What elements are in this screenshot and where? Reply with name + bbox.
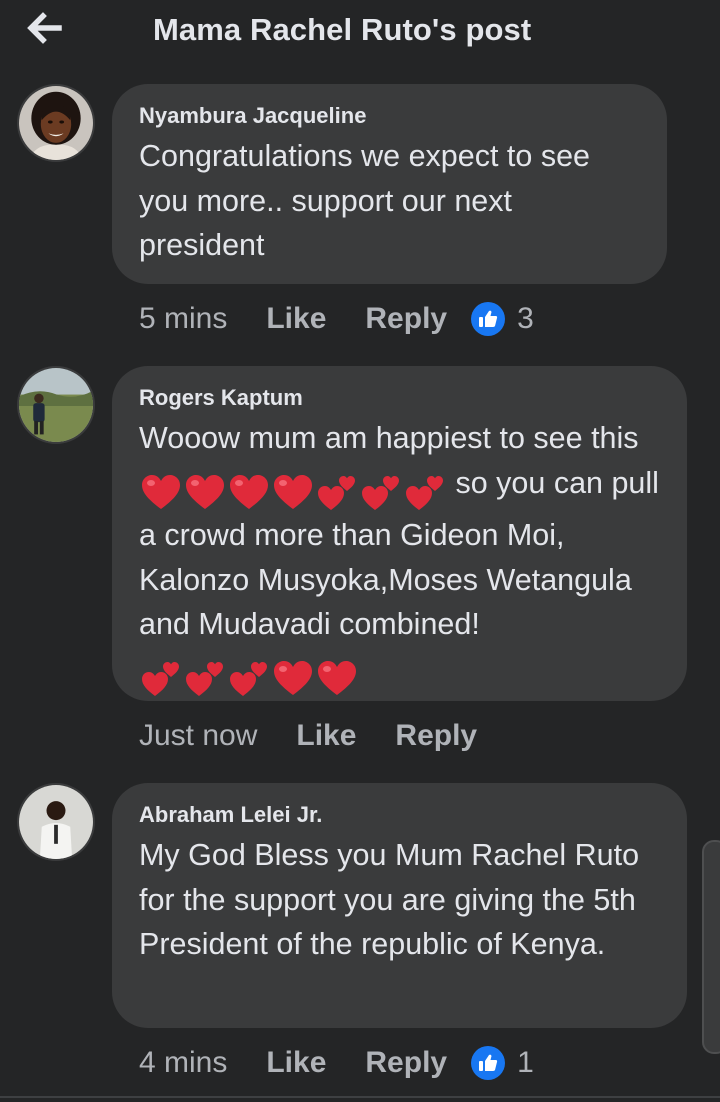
top-bar: Mama Rachel Ruto's post bbox=[0, 0, 720, 70]
reply-button[interactable]: Reply bbox=[395, 719, 477, 753]
two-hearts-icon bbox=[139, 658, 183, 698]
avatar[interactable] bbox=[17, 366, 95, 444]
two-hearts-icon bbox=[403, 472, 447, 512]
comment-timestamp: 5 mins bbox=[139, 302, 228, 335]
reply-button[interactable]: Reply bbox=[365, 302, 447, 336]
reaction-count: 3 bbox=[517, 302, 534, 335]
two-hearts-icon bbox=[315, 472, 359, 512]
red-heart-icon bbox=[183, 472, 227, 512]
emoji-group bbox=[139, 469, 447, 514]
red-heart-icon bbox=[139, 472, 183, 512]
two-hearts-icon bbox=[183, 658, 227, 698]
comment-timestamp: 4 mins bbox=[139, 1046, 228, 1079]
two-hearts-icon bbox=[227, 658, 271, 698]
comment-author[interactable]: Abraham Lelei Jr. bbox=[139, 801, 661, 829]
reaction-count: 1 bbox=[517, 1046, 534, 1079]
comment-actions: Just now Like Reply bbox=[139, 716, 477, 756]
comment-bubble: Rogers Kaptum Wooow mum am happiest to s… bbox=[112, 366, 687, 701]
comment-actions: 4 mins Like Reply 1 bbox=[139, 1043, 534, 1083]
comment-text: My God Bless you Mum Rachel Ruto for the… bbox=[139, 838, 640, 961]
like-button[interactable]: Like bbox=[266, 1046, 326, 1080]
back-button[interactable] bbox=[24, 8, 72, 48]
thumbs-up-icon bbox=[471, 302, 506, 336]
red-heart-icon bbox=[315, 658, 359, 698]
arrow-left-icon bbox=[27, 12, 62, 44]
comment-text-part: Wooow mum am happiest to see this bbox=[139, 421, 639, 455]
like-button[interactable]: Like bbox=[296, 719, 356, 753]
reaction-summary[interactable]: 3 bbox=[471, 302, 534, 336]
comment-author[interactable]: Rogers Kaptum bbox=[139, 384, 661, 412]
two-hearts-icon bbox=[359, 472, 403, 512]
reaction-summary[interactable]: 1 bbox=[471, 1046, 534, 1080]
comment-bubble: Nyambura Jacqueline Congratulations we e… bbox=[112, 84, 667, 284]
reply-button[interactable]: Reply bbox=[365, 1046, 447, 1080]
red-heart-icon bbox=[271, 472, 315, 512]
profile-photo-icon bbox=[19, 368, 93, 442]
red-heart-icon bbox=[271, 658, 315, 698]
divider bbox=[0, 1096, 720, 1098]
profile-photo-icon bbox=[19, 785, 93, 859]
comment-text: Congratulations we expect to see you mor… bbox=[139, 139, 590, 262]
page-title: Mama Rachel Ruto's post bbox=[153, 12, 532, 47]
scroll-handle[interactable] bbox=[702, 840, 720, 1054]
thumbs-up-icon bbox=[471, 1046, 506, 1080]
comment-timestamp: Just now bbox=[139, 719, 258, 752]
red-heart-icon bbox=[227, 472, 271, 512]
comment-text: Wooow mum am happiest to see this so you… bbox=[139, 416, 661, 699]
comment-author[interactable]: Nyambura Jacqueline bbox=[139, 102, 641, 130]
profile-photo-icon bbox=[19, 86, 93, 160]
comment-actions: 5 mins Like Reply 3 bbox=[139, 299, 534, 339]
avatar[interactable] bbox=[17, 84, 95, 162]
comment-bubble: Abraham Lelei Jr. My God Bless you Mum R… bbox=[112, 783, 687, 1028]
avatar[interactable] bbox=[17, 783, 95, 861]
emoji-group bbox=[139, 655, 359, 700]
like-button[interactable]: Like bbox=[266, 302, 326, 336]
